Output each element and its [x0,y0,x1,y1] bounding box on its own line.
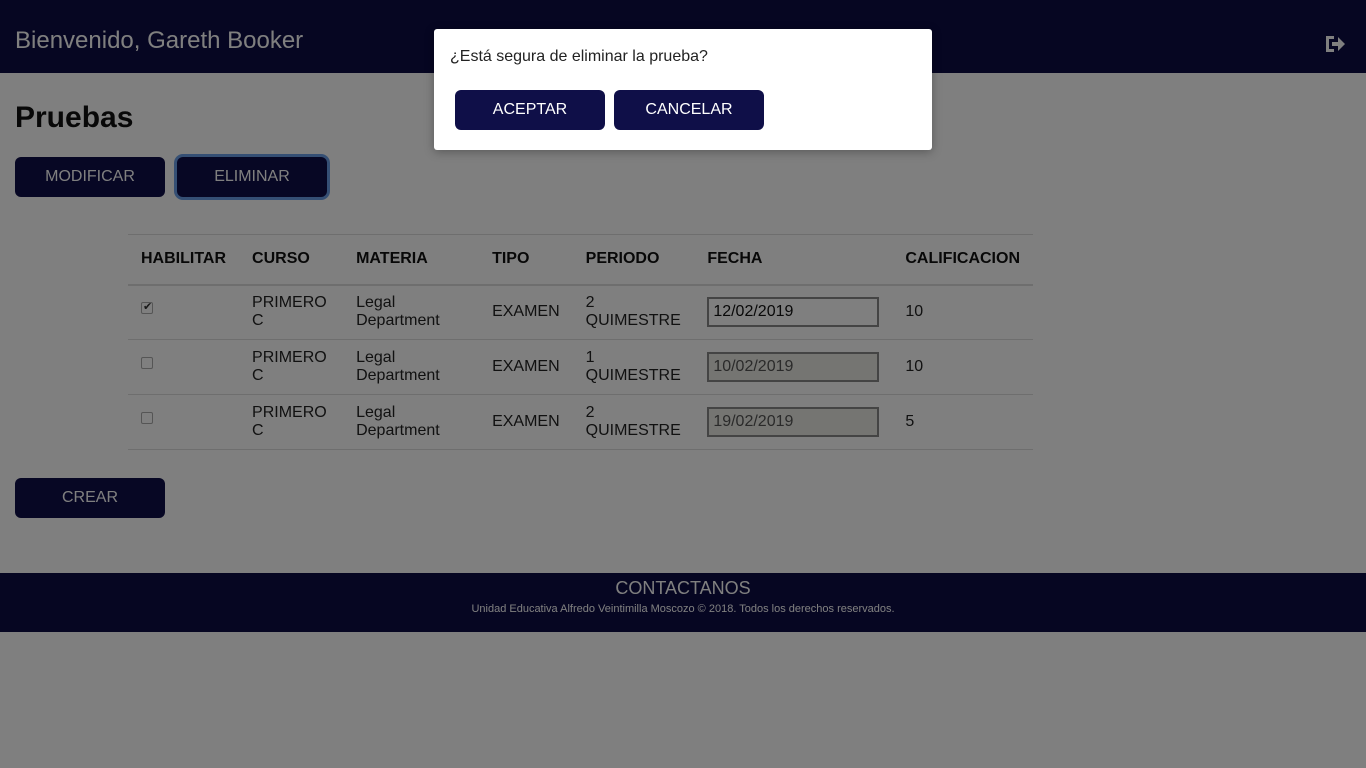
accept-button[interactable]: ACEPTAR [455,90,605,130]
dialog-message: ¿Está segura de eliminar la prueba? [450,48,708,65]
confirm-delete-dialog: ¿Está segura de eliminar la prueba? ACEP… [434,29,932,150]
cancel-button[interactable]: CANCELAR [614,90,764,130]
